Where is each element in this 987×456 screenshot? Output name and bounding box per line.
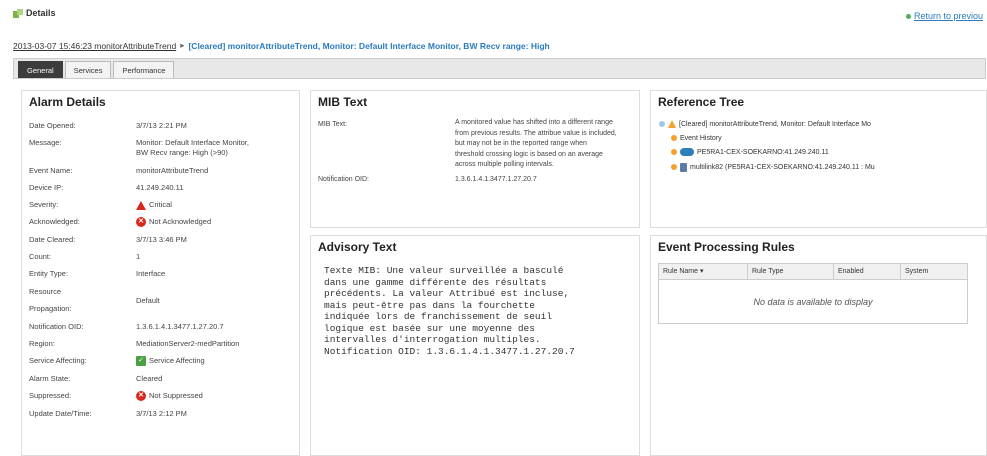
field-value: monitorAttributeTrend bbox=[136, 166, 209, 175]
tab-performance[interactable]: Performance bbox=[113, 61, 175, 78]
field-value: 3/7/13 2:12 PM bbox=[136, 409, 187, 418]
warning-icon bbox=[668, 120, 676, 128]
tree-node-event-history[interactable]: Event History bbox=[671, 132, 722, 144]
not-acknowledged-icon: ✕ bbox=[136, 217, 146, 227]
collapse-icon[interactable] bbox=[659, 121, 665, 127]
field-value: ✓ Service Affecting bbox=[136, 356, 205, 366]
tree-node-label[interactable]: PE5RA1-CEX-SOEKARNO:41.249.240.11 bbox=[697, 149, 829, 156]
breadcrumb-separator-icon: ▸ bbox=[180, 40, 185, 50]
tree-node-label[interactable]: [Cleared] monitorAttributeTrend, Monitor… bbox=[679, 121, 871, 128]
field-label: Alarm State: bbox=[29, 374, 71, 383]
advisory-text-title: Advisory Text bbox=[318, 240, 397, 254]
notification-oid-label: Notification OID: bbox=[318, 176, 369, 183]
field-value: Critical bbox=[136, 200, 172, 210]
return-icon bbox=[905, 13, 911, 19]
event-rules-title: Event Processing Rules bbox=[658, 240, 795, 254]
suppressed-value: Not Suppressed bbox=[149, 391, 203, 400]
field-label: Entity Type: bbox=[29, 269, 69, 278]
column-rule-type[interactable]: Rule Type bbox=[748, 264, 834, 279]
field-value: 1 bbox=[136, 252, 141, 261]
field-value: ✕ Not Suppressed bbox=[136, 391, 203, 401]
return-link[interactable]: Return to previou bbox=[905, 11, 983, 21]
reference-tree-title: Reference Tree bbox=[658, 95, 745, 109]
notification-oid-value: 1.3.6.1.4.1.3477.1.27.20.7 bbox=[455, 176, 537, 183]
field-label: Event Name: bbox=[29, 166, 73, 175]
column-rule-name[interactable]: Rule Name ▾ bbox=[659, 264, 748, 279]
tab-bar: General Services Performance bbox=[13, 58, 986, 79]
leaf-bullet-icon bbox=[671, 164, 677, 170]
field-value: 3/7/13 2:21 PM bbox=[136, 121, 187, 130]
field-value: ✕ Not Acknowledged bbox=[136, 217, 211, 227]
field-value: Default bbox=[136, 296, 160, 305]
severity-value: Critical bbox=[149, 200, 172, 209]
not-suppressed-icon: ✕ bbox=[136, 391, 146, 401]
breadcrumb-current: [Cleared] monitorAttributeTrend, Monitor… bbox=[188, 40, 550, 51]
breadcrumb: 2013-03-07 15:46:23 monitorAttributeTren… bbox=[13, 40, 550, 51]
event-rules-table: Rule Name ▾ Rule Type Enabled System No … bbox=[658, 263, 968, 324]
alarm-details-title: Alarm Details bbox=[29, 95, 106, 109]
tab-services[interactable]: Services bbox=[64, 61, 112, 78]
field-value: MediationServer2-medPartition bbox=[136, 339, 240, 348]
field-label: Service Affecting: bbox=[29, 356, 87, 365]
field-label: Date Opened: bbox=[29, 121, 76, 130]
leaf-bullet-icon bbox=[671, 149, 677, 155]
column-enabled[interactable]: Enabled bbox=[834, 264, 901, 279]
field-label: Severity: bbox=[29, 200, 59, 209]
page-header: Details Return to previou bbox=[0, 0, 987, 26]
advisory-text-panel: Advisory Text Texte MIB: Une valeur surv… bbox=[310, 235, 640, 456]
router-icon bbox=[680, 148, 694, 156]
tree-node-label[interactable]: multilink82 (PE5RA1-CEX-SOEKARNO:41.249.… bbox=[690, 164, 875, 171]
tree-node-alarm[interactable]: [Cleared] monitorAttributeTrend, Monitor… bbox=[659, 118, 871, 130]
service-affecting-value: Service Affecting bbox=[149, 356, 205, 365]
field-value: Interface bbox=[136, 269, 166, 278]
table-header: Rule Name ▾ Rule Type Enabled System bbox=[659, 264, 967, 280]
event-rules-panel: Event Processing Rules Rule Name ▾ Rule … bbox=[650, 235, 987, 456]
column-system[interactable]: System bbox=[901, 264, 967, 279]
field-label: Acknowledged: bbox=[29, 217, 80, 226]
field-value: Monitor: Default Interface Monitor, BW R… bbox=[136, 138, 249, 158]
mib-text-title: MIB Text bbox=[318, 95, 368, 109]
field-label: Date Cleared: bbox=[29, 235, 76, 244]
field-value: Cleared bbox=[136, 374, 163, 383]
critical-severity-icon bbox=[136, 200, 146, 210]
service-affecting-icon: ✓ bbox=[136, 356, 146, 366]
field-label: Suppressed: bbox=[29, 391, 72, 400]
page-title-label: Details bbox=[26, 8, 56, 18]
mib-text-panel: MIB Text MIB Text: A monitored value has… bbox=[310, 90, 640, 228]
mib-text-value: A monitored value has shifted into a dif… bbox=[455, 119, 617, 168]
field-value: 41.249.240.11 bbox=[136, 183, 184, 192]
mib-text-label: MIB Text: bbox=[318, 121, 348, 128]
field-value: 1.3.6.1.4.1.3477.1.27.20.7 bbox=[136, 322, 224, 331]
field-label: Count: bbox=[29, 252, 52, 261]
interface-icon bbox=[680, 162, 687, 172]
alarm-details-panel: Alarm Details Date Opened: 3/7/13 2:21 P… bbox=[21, 90, 300, 456]
empty-message: No data is available to display bbox=[753, 296, 873, 307]
field-label: Resource bbox=[29, 287, 62, 296]
return-link-label[interactable]: Return to previou bbox=[914, 11, 983, 21]
tree-node-device[interactable]: PE5RA1-CEX-SOEKARNO:41.249.240.11 bbox=[671, 146, 829, 158]
breadcrumb-link[interactable]: 2013-03-07 15:46:23 monitorAttributeTren… bbox=[13, 41, 176, 51]
field-label: Message: bbox=[29, 138, 62, 147]
leaf-bullet-icon bbox=[671, 135, 677, 141]
tree-node-label[interactable]: Event History bbox=[680, 135, 722, 142]
field-label-2: Propagation: bbox=[29, 304, 72, 313]
acknowledged-value: Not Acknowledged bbox=[149, 217, 212, 226]
field-label: Notification OID: bbox=[29, 322, 84, 331]
advisory-text-body: Texte MIB: Une valeur surveillée a bascu… bbox=[324, 265, 575, 357]
field-value: 3/7/13 3:46 PM bbox=[136, 235, 187, 244]
reference-tree-panel: Reference Tree [Cleared] monitorAttribut… bbox=[650, 90, 987, 228]
page-title: Details bbox=[13, 8, 56, 18]
tab-general[interactable]: General bbox=[18, 61, 63, 78]
tree-node-interface[interactable]: multilink82 (PE5RA1-CEX-SOEKARNO:41.249.… bbox=[671, 161, 875, 173]
message-line-2: BW Recv range: High (>90) bbox=[136, 148, 228, 157]
field-label: Region: bbox=[29, 339, 55, 348]
message-line-1: Monitor: Default Interface Monitor, bbox=[136, 138, 249, 147]
field-label: Device IP: bbox=[29, 183, 64, 192]
details-icon bbox=[13, 8, 23, 18]
field-label: Update Date/Time: bbox=[29, 409, 92, 418]
